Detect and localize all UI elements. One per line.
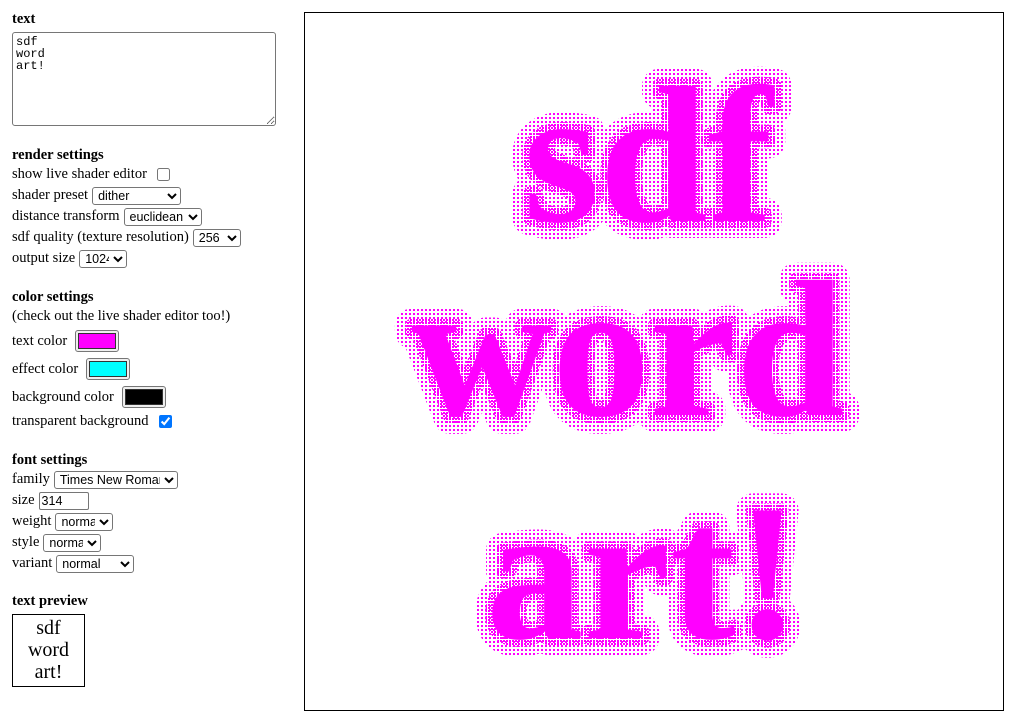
background-color-row: background color (12, 383, 292, 411)
font-size-input[interactable] (38, 491, 89, 510)
distance-transform-row: distance transform euclidean (12, 206, 292, 227)
effect-color-row: effect color (12, 355, 292, 383)
font-style-label: style (12, 534, 40, 550)
font-settings-heading: font settings (12, 452, 88, 468)
transparent-background-row: transparent background (12, 411, 292, 432)
render-settings-heading: render settings (12, 147, 104, 163)
output-size-label: output size (12, 250, 76, 266)
output-size-select[interactable]: 1024 (79, 249, 128, 268)
font-variant-label: variant (12, 555, 53, 571)
transparent-background-checkbox[interactable] (158, 415, 172, 428)
output-line-1: sdf (523, 48, 774, 264)
font-family-label: family (12, 471, 50, 487)
sdf-quality-select[interactable]: 256 (192, 228, 241, 247)
font-family-select[interactable]: Times New Roman (53, 470, 178, 489)
output-render: sdf word art! sdf word art! sdf word art… (394, 31, 861, 698)
show-shader-editor-label: show live shader editor (12, 166, 147, 182)
font-style-select[interactable]: normal (43, 533, 102, 552)
text-preview-heading: text preview (12, 593, 88, 609)
sdf-quality-row: sdf quality (texture resolution) 256 (12, 227, 292, 248)
text-heading: text (12, 11, 36, 27)
color-settings-heading: color settings (12, 289, 94, 305)
text-input[interactable] (12, 32, 276, 126)
effect-color-picker[interactable] (86, 358, 131, 380)
output-line-2: word (411, 242, 844, 458)
text-color-picker[interactable] (75, 330, 120, 352)
font-variant-select[interactable]: normal (56, 554, 135, 573)
background-color-picker[interactable] (121, 386, 166, 408)
shader-preset-label: shader preset (12, 187, 89, 203)
show-shader-editor-checkbox[interactable] (156, 168, 170, 181)
distance-transform-label: distance transform (12, 208, 120, 224)
settings-panel: text render settings show live shader ed… (12, 10, 292, 687)
output-line-3: art! (486, 465, 800, 681)
effect-color-swatch (89, 361, 128, 377)
font-size-row: size (12, 490, 292, 511)
background-color-label: background color (12, 388, 114, 405)
text-preview-line: word (27, 639, 70, 661)
color-settings-note: (check out the live shader editor too!) (12, 308, 231, 324)
distance-transform-select[interactable]: euclidean (123, 207, 202, 226)
output-canvas[interactable]: sdf word art! sdf word art! sdf word art… (304, 12, 1004, 711)
shader-preset-row: shader preset dither (12, 185, 292, 206)
effect-color-label: effect color (12, 360, 79, 377)
text-preview-box: sdf word art! (12, 614, 85, 687)
text-color-swatch (78, 333, 117, 349)
output-size-row: output size 1024 (12, 248, 292, 269)
transparent-background-label: transparent background (12, 413, 149, 429)
font-family-row: family Times New Roman (12, 469, 292, 490)
font-variant-row: variant normal (12, 553, 292, 574)
background-color-swatch (124, 389, 163, 405)
font-style-row: style normal (12, 532, 292, 553)
show-shader-editor-row: show live shader editor (12, 164, 292, 185)
text-color-row: text color (12, 327, 292, 355)
font-size-label: size (12, 492, 35, 508)
text-preview-line: sdf (36, 617, 61, 639)
text-preview-line: art! (34, 661, 63, 683)
font-weight-label: weight (12, 513, 52, 529)
sdf-quality-label: sdf quality (texture resolution) (12, 229, 189, 245)
font-weight-row: weight normal (12, 511, 292, 532)
shader-preset-select[interactable]: dither (92, 186, 182, 205)
font-weight-select[interactable]: normal (55, 512, 114, 531)
text-color-label: text color (12, 332, 68, 349)
